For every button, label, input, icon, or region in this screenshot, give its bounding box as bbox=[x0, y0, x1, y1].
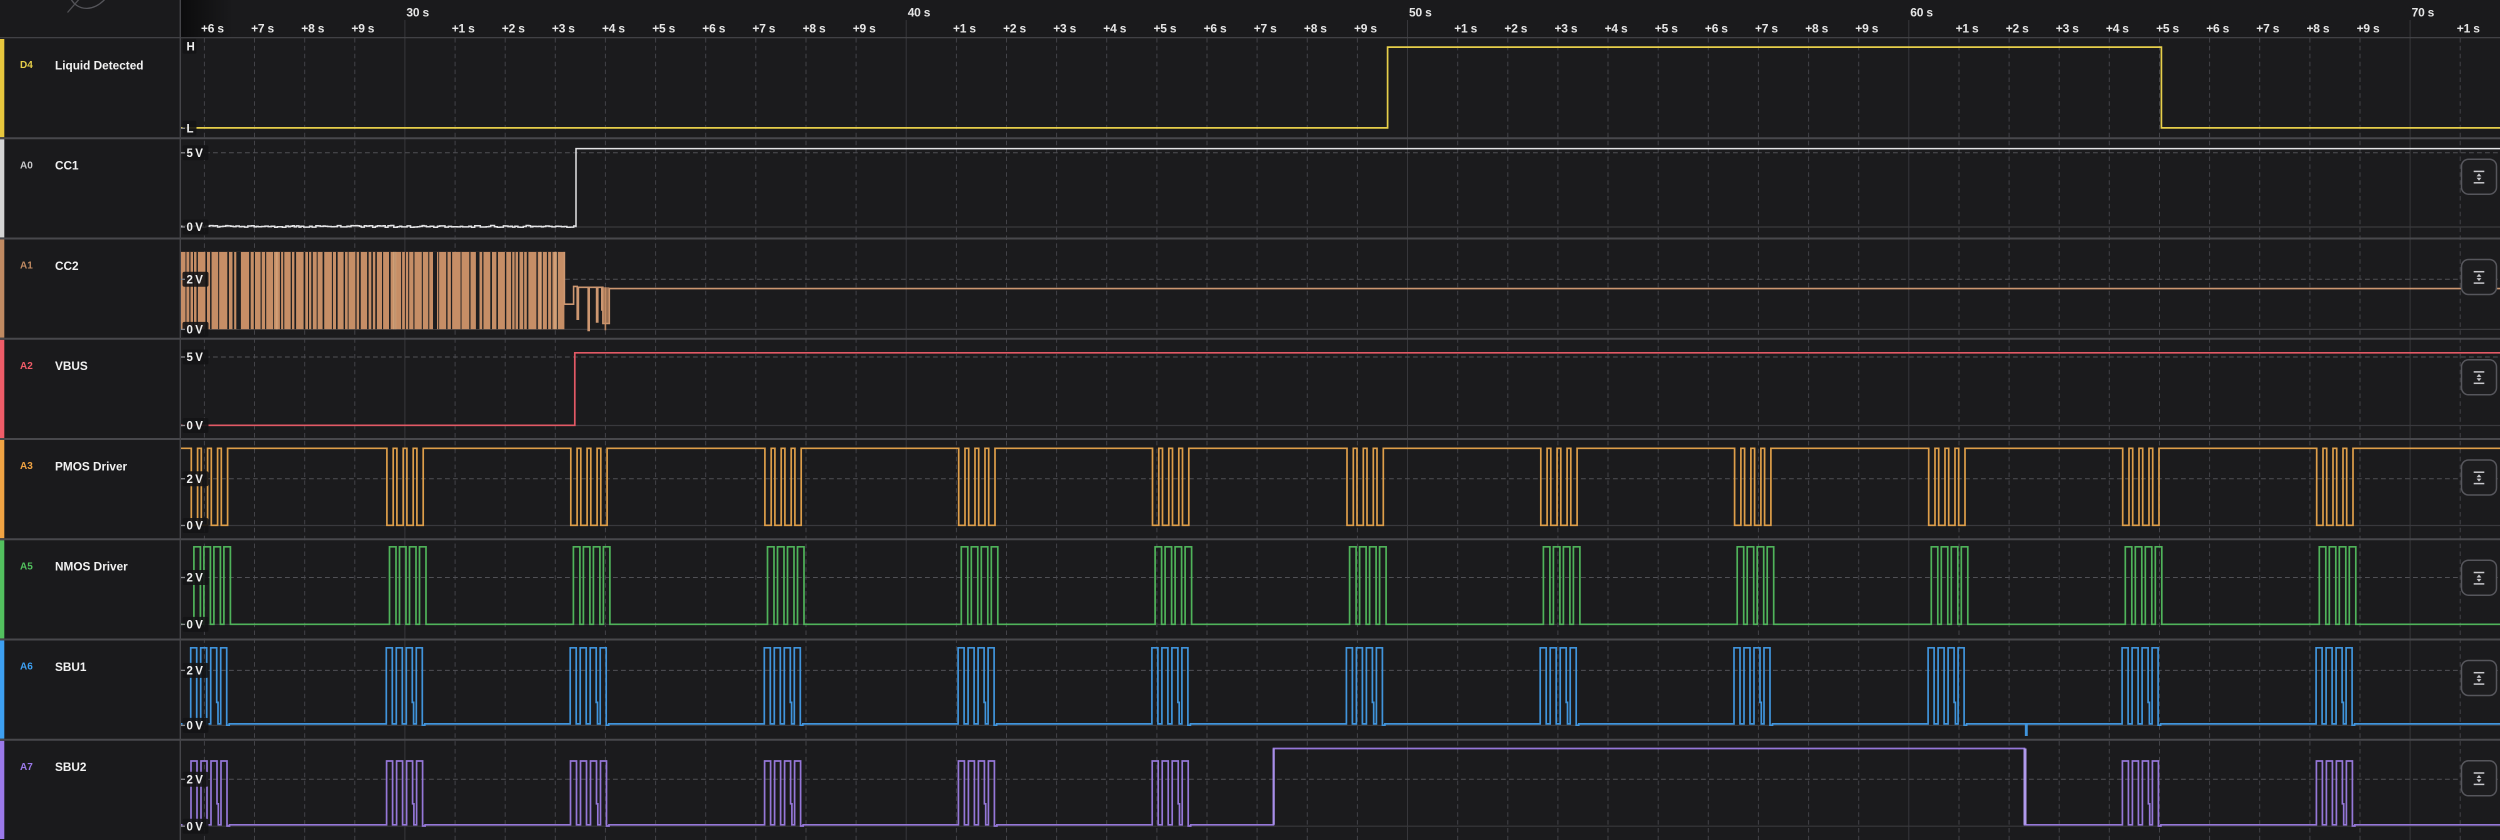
svg-text:CC2: CC2 bbox=[55, 259, 79, 273]
svg-text:+8 s: +8 s bbox=[1304, 22, 1327, 36]
svg-text:+2 s: +2 s bbox=[502, 22, 525, 36]
svg-text:+8 s: +8 s bbox=[1805, 22, 1828, 36]
svg-text:NMOS Driver: NMOS Driver bbox=[55, 560, 128, 574]
svg-text:SBU1: SBU1 bbox=[55, 660, 87, 674]
svg-text:0 V: 0 V bbox=[187, 620, 204, 632]
svg-text:70 s: 70 s bbox=[2412, 6, 2435, 20]
svg-text:0 V: 0 V bbox=[187, 721, 204, 733]
svg-text:Liquid Detected: Liquid Detected bbox=[55, 58, 143, 72]
svg-text:+3 s: +3 s bbox=[552, 22, 575, 36]
svg-text:+7 s: +7 s bbox=[1254, 22, 1277, 36]
svg-text:2 V: 2 V bbox=[187, 275, 204, 287]
svg-text:+3 s: +3 s bbox=[1053, 22, 1076, 36]
svg-text:PMOS Driver: PMOS Driver bbox=[55, 459, 128, 473]
svg-text:2 V: 2 V bbox=[187, 666, 204, 678]
svg-text:0 V: 0 V bbox=[187, 421, 204, 433]
svg-text:A7: A7 bbox=[20, 762, 33, 773]
svg-text:40 s: 40 s bbox=[908, 6, 931, 20]
svg-text:CC1: CC1 bbox=[55, 159, 79, 173]
svg-text:A6: A6 bbox=[20, 662, 33, 673]
svg-text:A0: A0 bbox=[20, 160, 33, 171]
svg-text:+5 s: +5 s bbox=[1655, 22, 1678, 36]
svg-text:+3 s: +3 s bbox=[2056, 22, 2079, 36]
svg-text:+2 s: +2 s bbox=[1504, 22, 1527, 36]
svg-text:+7 s: +7 s bbox=[2256, 22, 2279, 36]
svg-text:5 V: 5 V bbox=[187, 352, 204, 364]
svg-text:+9 s: +9 s bbox=[1855, 22, 1878, 36]
svg-text:+6 s: +6 s bbox=[1204, 22, 1227, 36]
svg-text:A1: A1 bbox=[20, 261, 33, 272]
svg-text:2 V: 2 V bbox=[187, 775, 204, 787]
svg-text:+1 s: +1 s bbox=[1454, 22, 1477, 36]
svg-text:+7 s: +7 s bbox=[251, 22, 274, 36]
svg-text:+1 s: +1 s bbox=[953, 22, 976, 36]
svg-text:2 V: 2 V bbox=[187, 474, 204, 486]
svg-text:A5: A5 bbox=[20, 562, 33, 573]
svg-text:+1 s: +1 s bbox=[2457, 22, 2480, 36]
svg-text:+4 s: +4 s bbox=[1605, 22, 1628, 36]
svg-text:+9 s: +9 s bbox=[351, 22, 374, 36]
svg-text:0 V: 0 V bbox=[187, 325, 204, 337]
svg-text:+8 s: +8 s bbox=[803, 22, 826, 36]
svg-text:+9 s: +9 s bbox=[2357, 22, 2380, 36]
svg-text:+6 s: +6 s bbox=[2206, 22, 2229, 36]
svg-text:60 s: 60 s bbox=[1910, 6, 1933, 20]
svg-text:+5 s: +5 s bbox=[2156, 22, 2179, 36]
svg-text:+5 s: +5 s bbox=[1154, 22, 1177, 36]
svg-text:+8 s: +8 s bbox=[301, 22, 324, 36]
svg-text:D4: D4 bbox=[20, 60, 33, 71]
svg-text:0 V: 0 V bbox=[187, 521, 204, 533]
svg-text:+4 s: +4 s bbox=[602, 22, 625, 36]
svg-text:L: L bbox=[187, 124, 194, 136]
svg-text:50 s: 50 s bbox=[1409, 6, 1432, 20]
svg-text:30 s: 30 s bbox=[406, 6, 429, 20]
svg-text:+4 s: +4 s bbox=[2106, 22, 2129, 36]
svg-text:+9 s: +9 s bbox=[853, 22, 876, 36]
svg-text:A3: A3 bbox=[20, 461, 33, 472]
svg-text:A2: A2 bbox=[20, 361, 33, 372]
svg-text:+3 s: +3 s bbox=[1555, 22, 1578, 36]
svg-text:+6 s: +6 s bbox=[1705, 22, 1728, 36]
svg-text:+4 s: +4 s bbox=[1103, 22, 1126, 36]
svg-text:0 V: 0 V bbox=[187, 821, 204, 833]
svg-text:+2 s: +2 s bbox=[1003, 22, 1026, 36]
svg-text:+8 s: +8 s bbox=[2307, 22, 2330, 36]
svg-text:+2 s: +2 s bbox=[2006, 22, 2029, 36]
svg-text:+1 s: +1 s bbox=[452, 22, 475, 36]
svg-text:+6 s: +6 s bbox=[201, 22, 224, 36]
svg-text:+7 s: +7 s bbox=[1755, 22, 1778, 36]
svg-text:+7 s: +7 s bbox=[752, 22, 775, 36]
svg-text:0 V: 0 V bbox=[187, 222, 204, 234]
svg-text:2 V: 2 V bbox=[187, 573, 204, 585]
svg-text:5 V: 5 V bbox=[187, 148, 204, 160]
svg-text:H: H bbox=[187, 42, 195, 54]
svg-text:+9 s: +9 s bbox=[1354, 22, 1377, 36]
svg-text:+5 s: +5 s bbox=[652, 22, 675, 36]
svg-text:VBUS: VBUS bbox=[55, 359, 88, 373]
svg-text:+6 s: +6 s bbox=[702, 22, 725, 36]
svg-text:+1 s: +1 s bbox=[1956, 22, 1979, 36]
svg-text:SBU2: SBU2 bbox=[55, 760, 87, 774]
